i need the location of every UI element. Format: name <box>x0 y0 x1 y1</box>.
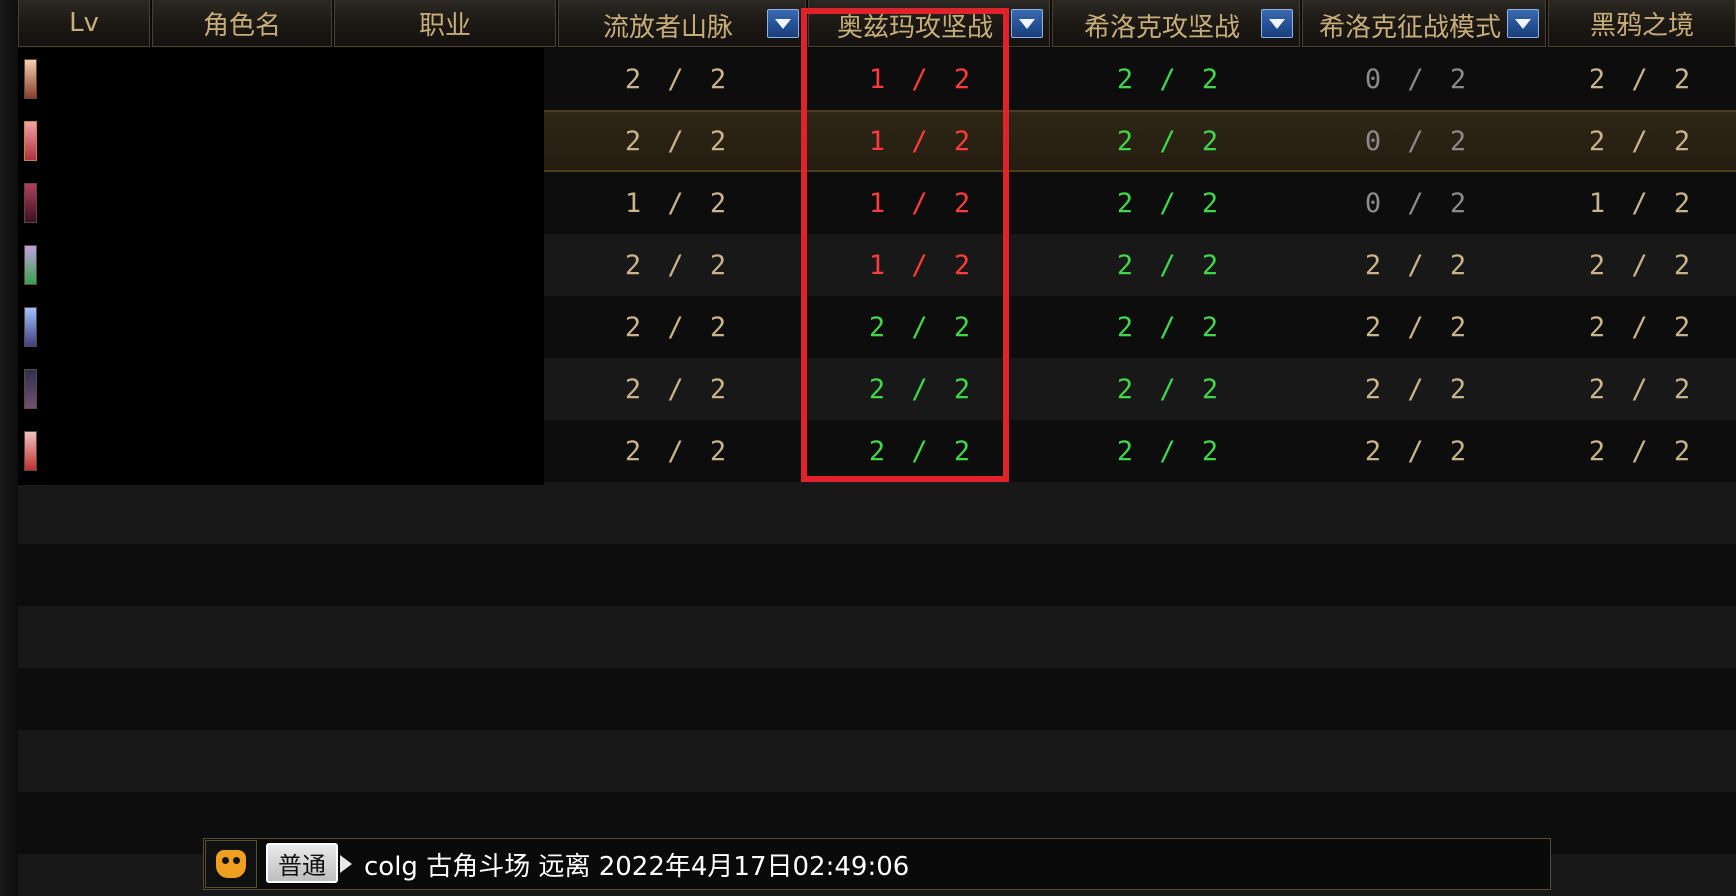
progress-cell-black_crow: 2 / 2 <box>1588 249 1696 281</box>
column-header-label: 黑鸦之境 <box>1589 10 1694 41</box>
chevron-down-icon <box>775 18 791 29</box>
progress-cell-sirocco_raid: 2 / 2 <box>1116 125 1224 157</box>
progress-cell-sirocco_sim: 2 / 2 <box>1364 249 1472 281</box>
progress-cell-exile_mountains: 2 / 2 <box>624 125 732 157</box>
progress-cell-ozma_raid: 1 / 2 <box>868 249 976 281</box>
progress-cell-sirocco_sim: 0 / 2 <box>1364 125 1472 157</box>
character-avatar <box>24 245 37 285</box>
progress-cell-sirocco_sim: 2 / 2 <box>1364 373 1472 405</box>
empty-row <box>18 606 1736 668</box>
progress-cell-sirocco_sim: 2 / 2 <box>1364 311 1472 343</box>
empty-row <box>18 482 1736 544</box>
empty-row <box>18 730 1736 792</box>
progress-cell-sirocco_raid: 2 / 2 <box>1116 435 1224 467</box>
character-avatar <box>24 183 37 223</box>
column-header-label: 希洛克攻坚战 <box>1083 13 1240 43</box>
chevron-down-icon <box>1269 18 1285 29</box>
character-avatar <box>24 431 37 471</box>
progress-cell-sirocco_sim: 2 / 2 <box>1364 435 1472 467</box>
progress-cell-black_crow: 2 / 2 <box>1588 125 1696 157</box>
progress-cell-sirocco_raid: 2 / 2 <box>1116 187 1224 219</box>
column-header-sirocco_raid[interactable]: 希洛克攻坚战 <box>1052 0 1300 47</box>
chevron-down-icon <box>1515 18 1531 29</box>
empty-row <box>18 544 1736 606</box>
chat-message-text: colg 古角斗场 远离 2022年4月17日02:49:06 <box>364 851 910 882</box>
chevron-down-icon <box>1019 18 1035 29</box>
chat-mode-button[interactable]: 普通 <box>266 843 338 883</box>
chat-mode-arrow-icon <box>340 855 352 873</box>
progress-cell-exile_mountains: 2 / 2 <box>624 373 732 405</box>
progress-cell-ozma_raid: 2 / 2 <box>868 435 976 467</box>
progress-cell-exile_mountains: 2 / 2 <box>624 63 732 95</box>
redacted-character-area <box>18 48 544 485</box>
progress-cell-ozma_raid: 1 / 2 <box>868 187 976 219</box>
column-header-class: 职业 <box>334 0 556 47</box>
progress-cell-black_crow: 1 / 2 <box>1588 187 1696 219</box>
column-header-label: 角色名 <box>202 10 281 41</box>
character-avatar <box>24 369 37 409</box>
progress-cell-exile_mountains: 2 / 2 <box>624 311 732 343</box>
column-header-label: 流放者山脉 <box>602 13 733 43</box>
emoji-face-icon <box>216 850 246 878</box>
dungeon-progress-window: Lv 角色名 职业 流放者山脉 奥兹玛攻坚战 希洛克攻坚战 希洛克征战模式 黑鸦之境 2 / … <box>0 0 1736 896</box>
progress-cell-sirocco_raid: 2 / 2 <box>1116 373 1224 405</box>
table-header: Lv 角色名 职业 流放者山脉 奥兹玛攻坚战 希洛克攻坚战 希洛克征战模式 黑鸦之境 <box>18 0 1736 48</box>
character-avatar <box>24 121 37 161</box>
left-frame-border <box>0 0 18 896</box>
progress-cell-sirocco_raid: 2 / 2 <box>1116 311 1224 343</box>
dropdown-button[interactable] <box>1261 9 1293 38</box>
progress-cell-sirocco_raid: 2 / 2 <box>1116 63 1224 95</box>
empty-row <box>18 668 1736 730</box>
column-header-label: 职业 <box>418 10 471 41</box>
column-header-name: 角色名 <box>152 0 332 47</box>
column-header-label: 希洛克征战模式 <box>1318 13 1501 43</box>
column-header-label: 奥兹玛攻坚战 <box>836 13 993 43</box>
column-header-black_crow: 黑鸦之境 <box>1548 0 1736 47</box>
progress-cell-black_crow: 2 / 2 <box>1588 373 1696 405</box>
progress-cell-sirocco_sim: 0 / 2 <box>1364 63 1472 95</box>
character-avatar <box>24 307 37 347</box>
column-header-lv: Lv <box>18 0 150 47</box>
dropdown-button[interactable] <box>1011 9 1043 38</box>
progress-cell-ozma_raid: 1 / 2 <box>868 125 976 157</box>
column-header-sirocco_sim[interactable]: 希洛克征战模式 <box>1302 0 1546 47</box>
progress-cell-exile_mountains: 2 / 2 <box>624 435 732 467</box>
column-header-ozma_raid[interactable]: 奥兹玛攻坚战 <box>808 0 1050 47</box>
progress-cell-sirocco_raid: 2 / 2 <box>1116 249 1224 281</box>
progress-cell-black_crow: 2 / 2 <box>1588 311 1696 343</box>
column-header-label: Lv <box>69 8 99 38</box>
column-header-exile_mountains[interactable]: 流放者山脉 <box>558 0 806 47</box>
progress-cell-black_crow: 2 / 2 <box>1588 63 1696 95</box>
progress-cell-ozma_raid: 2 / 2 <box>868 373 976 405</box>
progress-cell-exile_mountains: 1 / 2 <box>624 187 732 219</box>
progress-cell-sirocco_sim: 0 / 2 <box>1364 187 1472 219</box>
dropdown-button[interactable] <box>1507 9 1539 38</box>
dropdown-button[interactable] <box>767 9 799 38</box>
progress-cell-ozma_raid: 1 / 2 <box>868 63 976 95</box>
progress-cell-black_crow: 2 / 2 <box>1588 435 1696 467</box>
character-avatar <box>24 59 37 99</box>
progress-cell-ozma_raid: 2 / 2 <box>868 311 976 343</box>
progress-cell-exile_mountains: 2 / 2 <box>624 249 732 281</box>
emoji-button[interactable] <box>205 840 257 888</box>
